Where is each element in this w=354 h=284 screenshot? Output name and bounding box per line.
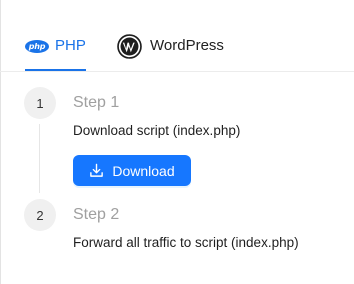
step-1-description: Download script (index.php) xyxy=(73,123,241,138)
step-2-description: Forward all traffic to script (index.php… xyxy=(73,235,299,250)
download-button[interactable]: Download xyxy=(73,155,191,186)
tab-wordpress[interactable]: WordPress xyxy=(117,33,224,59)
tab-wordpress-label: WordPress xyxy=(150,37,224,54)
step-1-number: 1 xyxy=(24,87,56,119)
step-2-number: 2 xyxy=(24,199,56,231)
step-1-title: Step 1 xyxy=(73,94,120,111)
tab-php[interactable]: php PHP xyxy=(25,33,86,59)
active-tab-indicator xyxy=(25,69,86,71)
tab-bar: php PHP WordPress xyxy=(0,0,354,72)
download-icon xyxy=(90,163,104,177)
php-logo-icon: php xyxy=(25,39,49,53)
step-2-title: Step 2 xyxy=(73,206,120,223)
tab-php-label: PHP xyxy=(55,37,86,54)
wordpress-logo-icon xyxy=(117,33,142,59)
step-connector-line xyxy=(39,124,40,193)
download-button-label: Download xyxy=(112,162,175,179)
